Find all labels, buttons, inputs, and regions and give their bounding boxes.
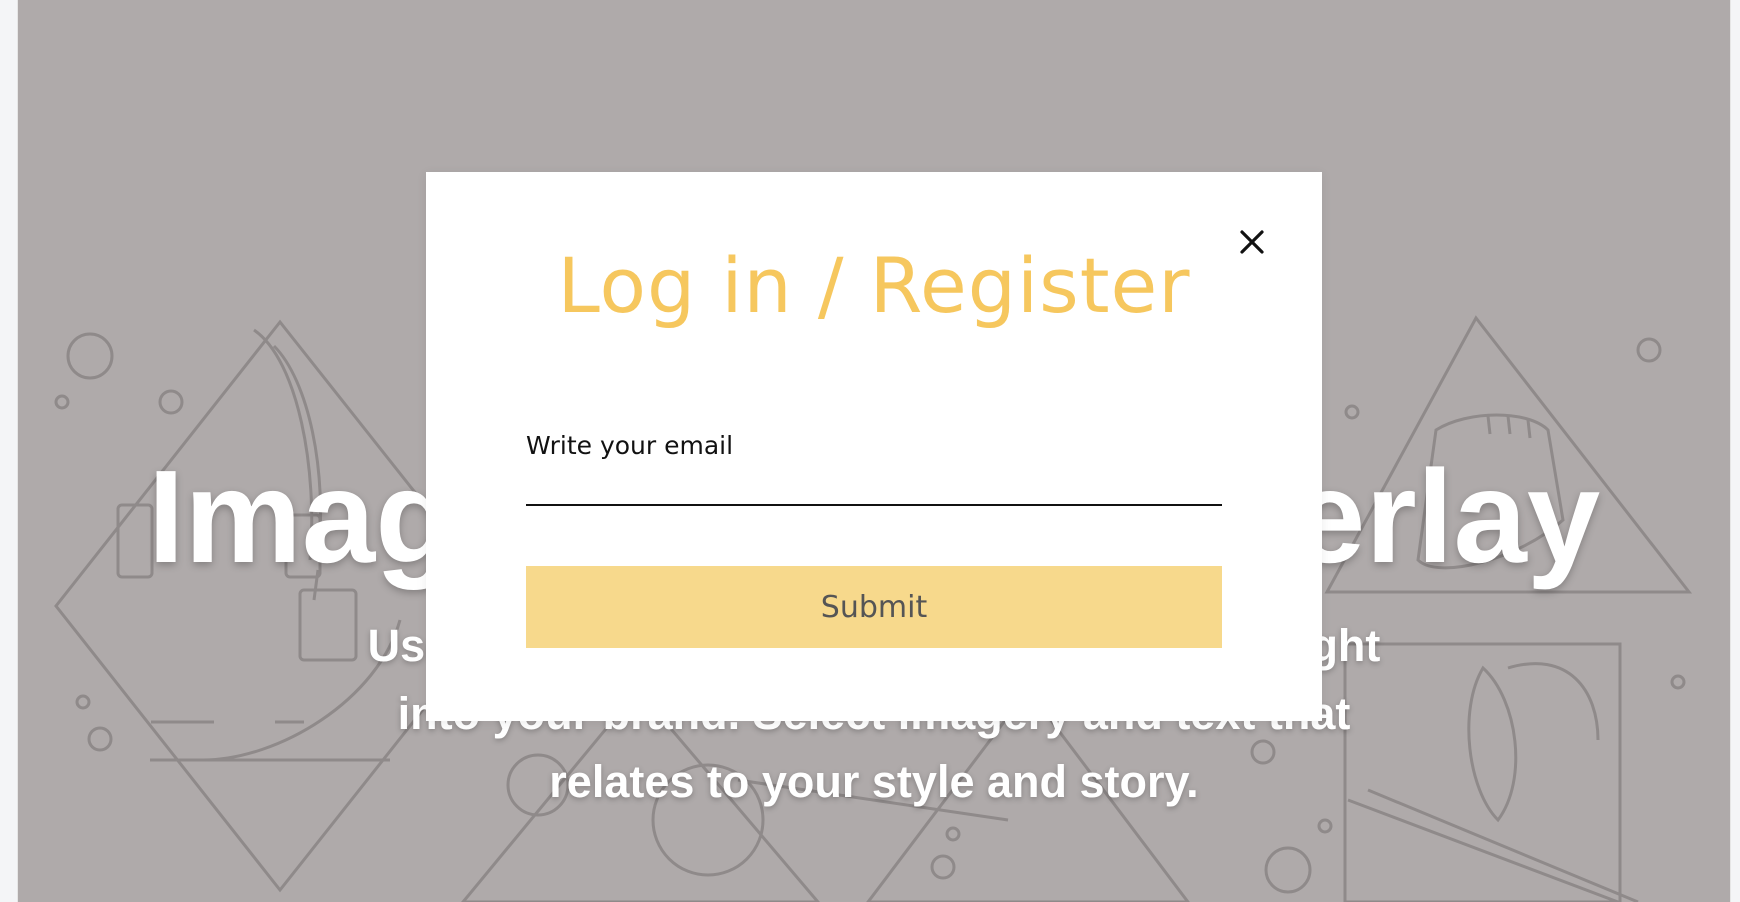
email-label: Write your email bbox=[526, 431, 734, 460]
modal-title: Log in / Register bbox=[557, 241, 1191, 330]
email-field[interactable] bbox=[526, 468, 1222, 506]
submit-button[interactable]: Submit bbox=[526, 566, 1222, 648]
page: Image with text overlay Use overlay text… bbox=[0, 0, 1740, 902]
login-register-modal: Log in / Register Write your email Submi… bbox=[426, 172, 1322, 721]
